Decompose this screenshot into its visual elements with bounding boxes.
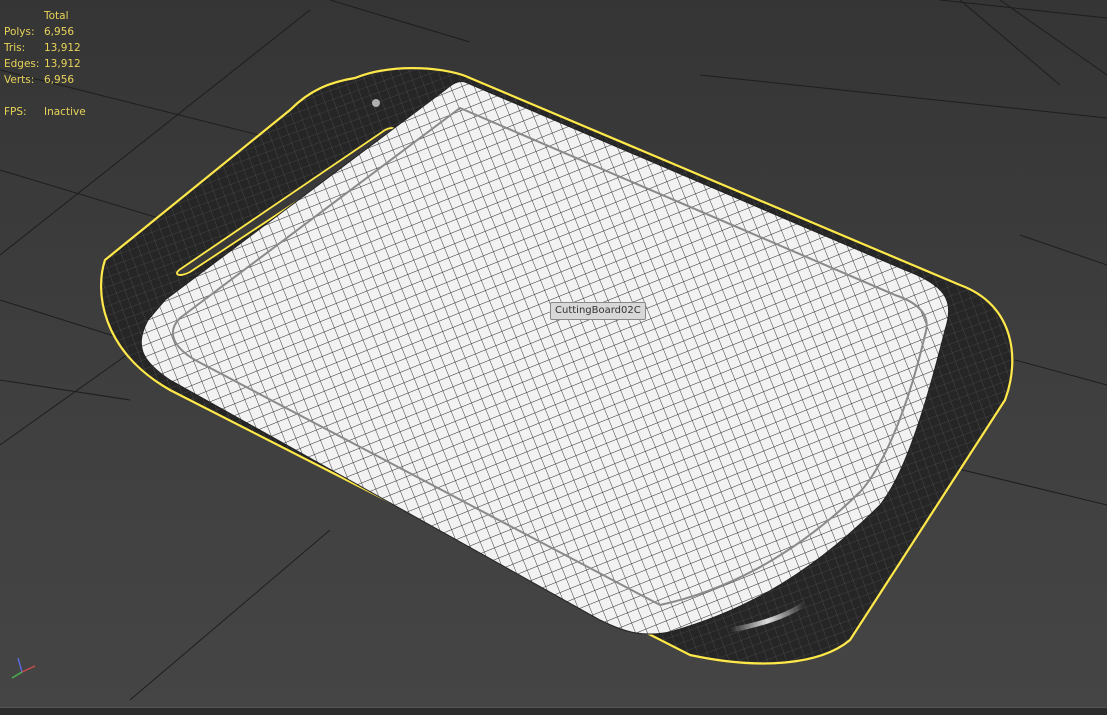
fps-value: Inactive (44, 106, 86, 118)
handle-highlight (372, 99, 380, 107)
fps-label: FPS: (4, 106, 27, 118)
stat-row-edges: Edges: 13,912 (4, 56, 86, 72)
stat-row-polys: Polys: 6,956 (4, 24, 86, 40)
stat-label: Polys: (4, 26, 35, 38)
stat-row-fps: FPS: Inactive (4, 104, 86, 120)
perspective-viewport[interactable]: Total Polys: 6,956 Tris: 13,912 Edges: 1… (0, 0, 1107, 715)
stat-row-tris: Tris: 13,912 (4, 40, 86, 56)
x-axis (21, 665, 36, 673)
object-name-tooltip[interactable]: CuttingBoard02C (550, 302, 646, 320)
stat-row-verts: Verts: 6,956 (4, 72, 86, 88)
axis-gizmo (11, 657, 36, 679)
stat-value: 6,956 (44, 74, 75, 86)
stat-value: 6,956 (44, 26, 75, 38)
viewport-scene[interactable] (0, 0, 1107, 715)
stat-value: 13,912 (44, 42, 81, 54)
viewport-statistics: Total Polys: 6,956 Tris: 13,912 Edges: 1… (4, 8, 86, 120)
stats-header: Total (44, 10, 69, 22)
stat-label: Tris: (4, 42, 26, 54)
stat-value: 13,912 (44, 58, 81, 70)
stat-label: Edges: (4, 58, 40, 70)
stat-label: Verts: (4, 74, 35, 86)
viewport-bottom-edge (0, 707, 1107, 715)
stats-header-row: Total (4, 8, 86, 24)
y-axis (11, 671, 23, 679)
z-axis (17, 657, 23, 673)
